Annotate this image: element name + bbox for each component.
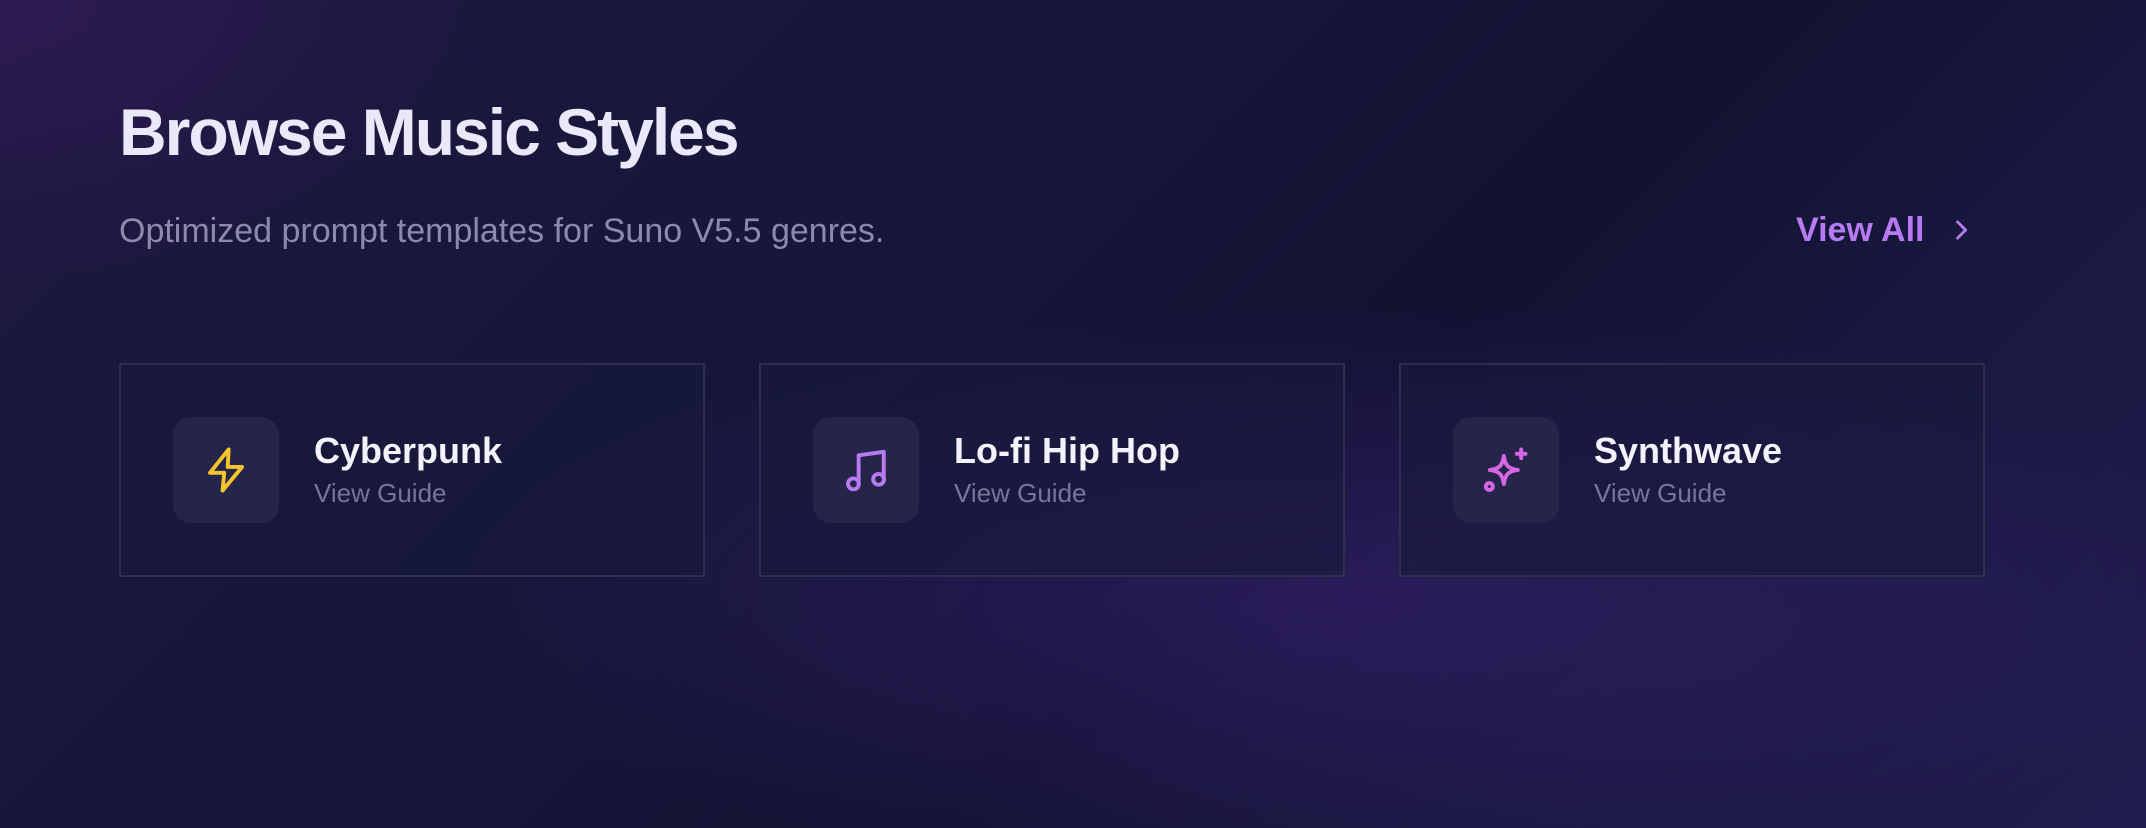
card-title: Synthwave [1594, 430, 1783, 471]
card-subtitle: View Guide [954, 478, 1087, 508]
chevron-right-icon [1955, 220, 1967, 240]
page-title: Browse Music Styles [119, 95, 740, 169]
music-styles-section: Browse Music Styles Optimized prompt tem… [119, 0, 1985, 828]
style-card-synthwave[interactable]: Synthwave View Guide [1399, 363, 1985, 577]
style-card-cyberpunk[interactable]: Cyberpunk View Guide [119, 363, 705, 577]
music-note-icon [846, 449, 886, 492]
style-icon-container [1453, 417, 1559, 523]
style-card-list: Cyberpunk View Guide Lo-fi Hip Hop View … [119, 363, 1985, 577]
card-text: Synthwave View Guide [1594, 429, 1782, 511]
card-subtitle: View Guide [1594, 478, 1727, 508]
view-all-label: View All [1796, 210, 1925, 249]
card-title: Lo-fi Hip Hop [954, 430, 1180, 471]
sparkles-icon [1483, 447, 1528, 492]
view-all-link[interactable]: View All [1796, 206, 1975, 254]
card-text: Lo-fi Hip Hop View Guide [954, 429, 1180, 511]
card-subtitle: View Guide [314, 478, 447, 508]
card-text: Cyberpunk View Guide [314, 429, 502, 511]
style-icon-container [173, 417, 279, 523]
style-card-lofi-hip-hop[interactable]: Lo-fi Hip Hop View Guide [759, 363, 1345, 577]
lightning-bolt-icon [208, 447, 244, 493]
style-icon-container [813, 417, 919, 523]
page-subtitle: Optimized prompt templates for Suno V5.5… [119, 212, 885, 250]
card-title: Cyberpunk [314, 430, 503, 471]
